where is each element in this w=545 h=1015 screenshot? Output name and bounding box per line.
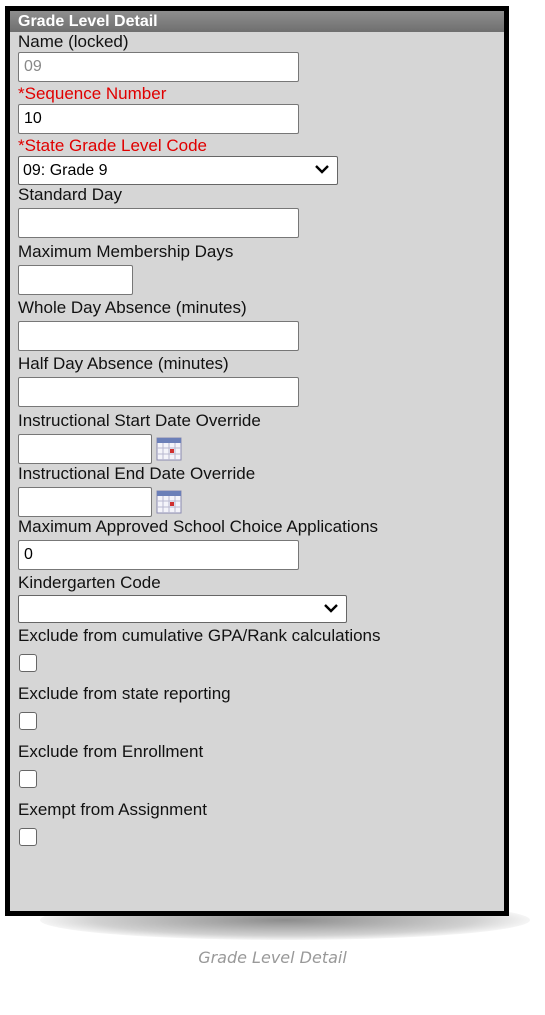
- grade-level-detail-panel: Grade Level Detail Name (locked) 09 *Seq…: [5, 6, 509, 916]
- instructional-start-date-row: [18, 434, 504, 464]
- sequence-number-field[interactable]: 10: [18, 104, 299, 134]
- exempt-assignment-checkbox[interactable]: [19, 828, 37, 846]
- half-day-absence-field[interactable]: [18, 377, 299, 407]
- image-caption: Grade Level Detail: [198, 948, 347, 967]
- maximum-membership-days-field[interactable]: [18, 265, 133, 295]
- calendar-icon[interactable]: [154, 434, 184, 464]
- standard-day-field[interactable]: [18, 208, 299, 238]
- exclude-gpa-checkbox[interactable]: [19, 654, 37, 672]
- state-grade-level-code-label: *State Grade Level Code: [18, 136, 208, 155]
- name-label: Name (locked): [18, 32, 129, 51]
- state-grade-level-code-select[interactable]: 09: Grade 9: [18, 156, 338, 185]
- sequence-number-label: *Sequence Number: [18, 84, 167, 103]
- kindergarten-code-label: Kindergarten Code: [18, 573, 161, 592]
- state-grade-level-code-value: 09: Grade 9: [23, 162, 108, 179]
- chevron-down-icon: [315, 165, 329, 174]
- calendar-icon[interactable]: [154, 487, 184, 517]
- instructional-start-date-field[interactable]: [18, 434, 152, 464]
- instructional-end-date-label: Instructional End Date Override: [18, 464, 256, 483]
- instructional-start-date-label: Instructional Start Date Override: [18, 411, 261, 430]
- maximum-membership-days-label: Maximum Membership Days: [18, 242, 234, 261]
- exempt-assignment-label: Exempt from Assignment: [18, 800, 207, 819]
- exclude-gpa-label: Exclude from cumulative GPA/Rank calcula…: [18, 626, 381, 645]
- whole-day-absence-label: Whole Day Absence (minutes): [18, 298, 247, 317]
- exclude-state-reporting-label: Exclude from state reporting: [18, 684, 231, 703]
- exclude-enrollment-label: Exclude from Enrollment: [18, 742, 204, 761]
- max-school-choice-apps-label: Maximum Approved School Choice Applicati…: [18, 517, 379, 536]
- panel-header: Grade Level Detail: [10, 11, 504, 32]
- whole-day-absence-field[interactable]: [18, 321, 299, 351]
- panel-body: Grade Level Detail Name (locked) 09 *Seq…: [10, 11, 504, 911]
- half-day-absence-label: Half Day Absence (minutes): [18, 354, 229, 373]
- kindergarten-code-select[interactable]: [18, 595, 347, 623]
- instructional-end-date-row: [18, 487, 504, 517]
- exclude-enrollment-checkbox[interactable]: [19, 770, 37, 788]
- max-school-choice-apps-field[interactable]: 0: [18, 540, 299, 570]
- name-field: 09: [18, 52, 299, 82]
- form: Name (locked) 09 *Sequence Number 10 *St…: [10, 32, 504, 846]
- standard-day-label: Standard Day: [18, 185, 122, 204]
- instructional-end-date-field[interactable]: [18, 487, 152, 517]
- exclude-state-reporting-checkbox[interactable]: [19, 712, 37, 730]
- chevron-down-icon: [324, 604, 338, 613]
